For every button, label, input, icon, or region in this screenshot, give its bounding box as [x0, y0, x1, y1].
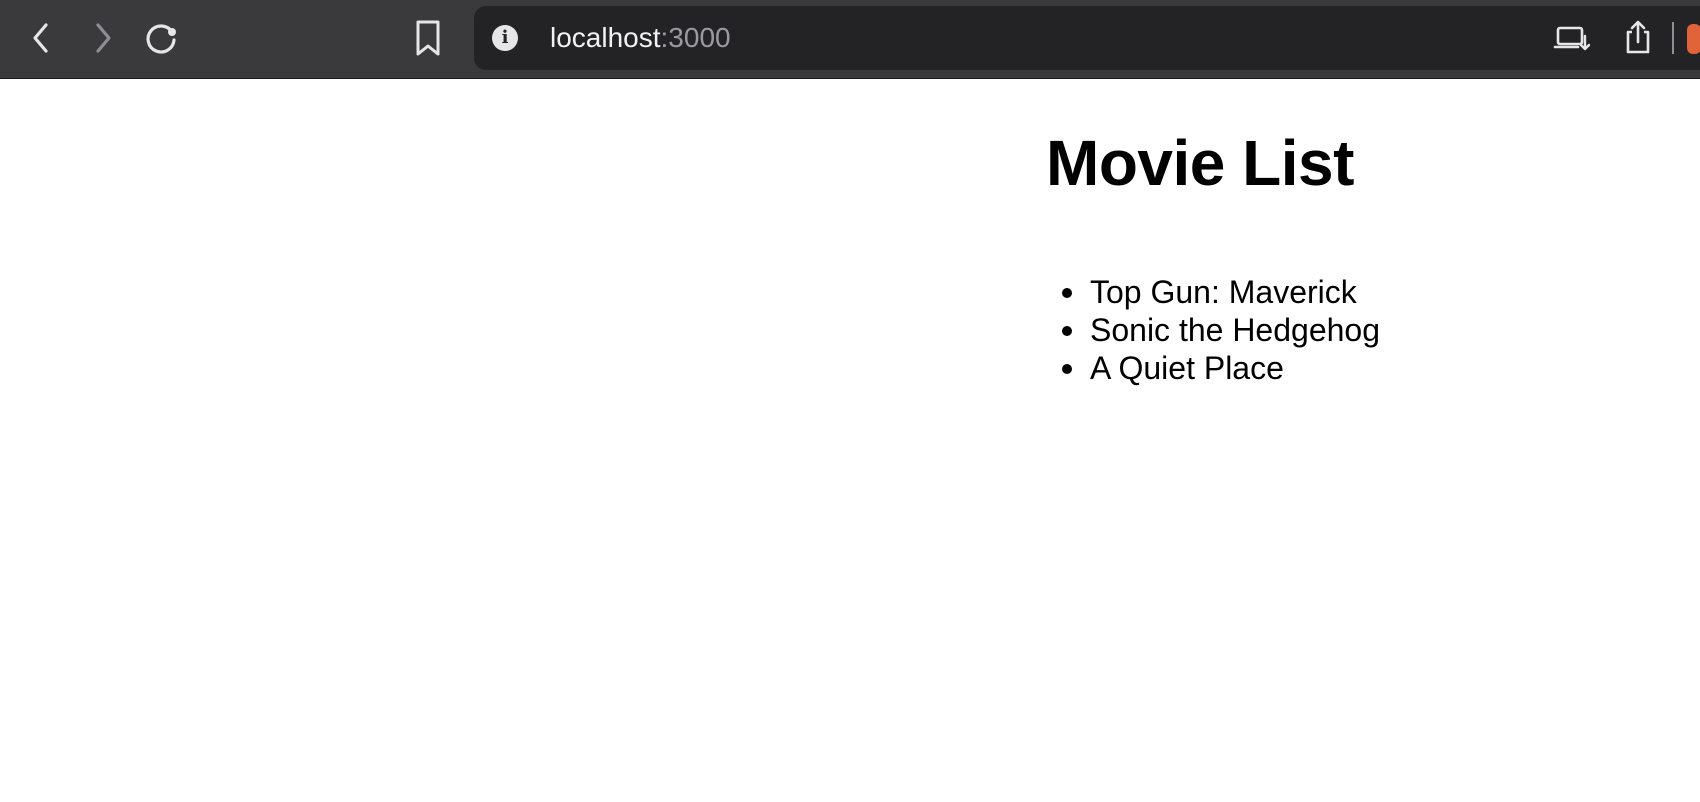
address-bar[interactable]: i localhost:3000	[474, 6, 1700, 70]
url-field[interactable]: localhost:3000	[550, 6, 731, 70]
toolbar-divider	[1672, 22, 1674, 54]
movie-list: Top Gun: Maverick Sonic the Hedgehog A Q…	[1058, 273, 1380, 387]
url-host: localhost	[550, 22, 661, 53]
info-icon[interactable]: i	[492, 25, 518, 51]
bookmark-icon	[416, 20, 440, 56]
list-item: Top Gun: Maverick	[1058, 273, 1380, 311]
list-item: A Quiet Place	[1058, 349, 1380, 387]
chevron-right-icon	[96, 23, 111, 53]
page-content: Movie List Top Gun: Maverick Sonic the H…	[0, 80, 1700, 802]
extension-icon[interactable]	[1687, 24, 1700, 54]
url-port: :3000	[660, 22, 731, 53]
chevron-left-icon	[33, 23, 48, 53]
laptop-download-icon	[1553, 26, 1591, 51]
share-icon	[1626, 20, 1650, 54]
page-title: Movie List	[1046, 127, 1354, 199]
forward-button[interactable]	[78, 14, 126, 62]
back-button[interactable]	[18, 14, 66, 62]
share-button[interactable]	[1614, 14, 1662, 62]
list-item: Sonic the Hedgehog	[1058, 311, 1380, 349]
browser-toolbar: i localhost:3000	[0, 0, 1700, 79]
install-app-button[interactable]	[1548, 14, 1596, 62]
reload-button[interactable]	[137, 14, 185, 62]
reload-icon	[146, 24, 176, 54]
bookmark-button[interactable]	[404, 14, 452, 62]
